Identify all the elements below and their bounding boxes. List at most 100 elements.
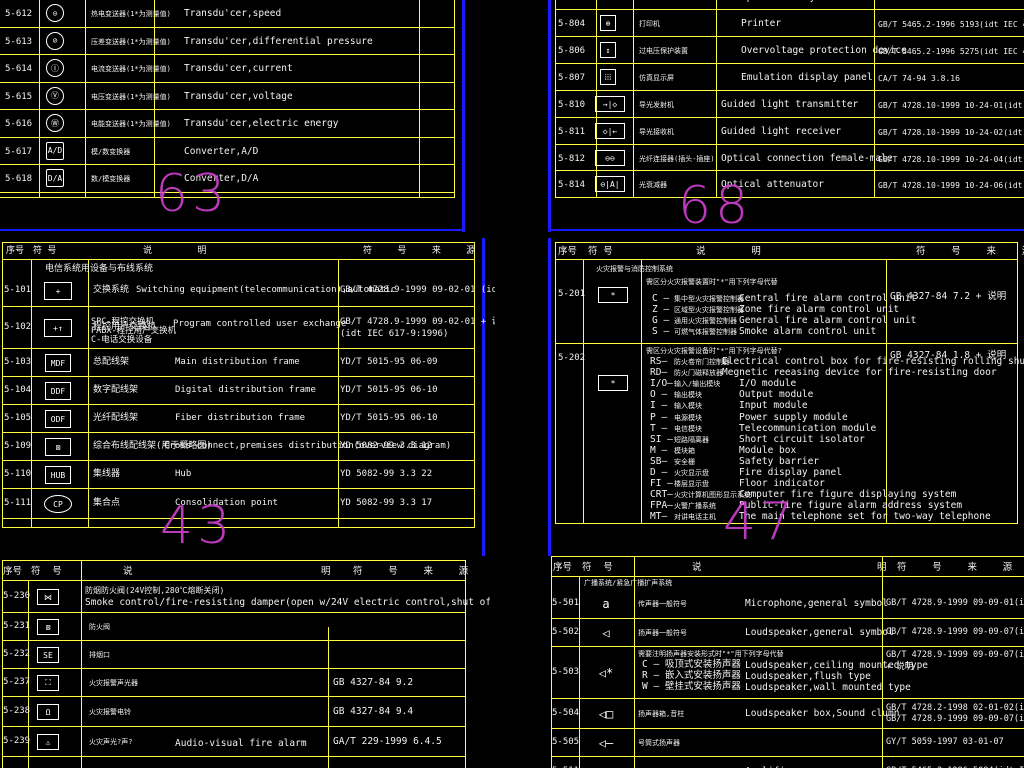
symbol-note: 光纤配线架 (93, 413, 139, 423)
item-note: 输入模块 (674, 402, 702, 411)
symbol-standard: YD/T 5015-95 06-09 (340, 357, 438, 367)
item-note: 防火门磁释放器 (674, 369, 723, 378)
symbol-subitem: C-电话交换设备 (91, 335, 153, 345)
symbol-note: 导光接收机 (639, 128, 674, 136)
symbol-code: 5-811 (558, 127, 586, 137)
symbol-code: 5-504 (552, 708, 580, 718)
symbol-description: Loudspeaker,general symbol (745, 627, 894, 638)
table-row: 5-810 →|◇ 导光发射机 Guided light transmitter GB/… (556, 91, 1024, 118)
symbol-code: 5-615 (5, 91, 33, 102)
symbol-code: 5-814 (558, 180, 586, 190)
symbol-description: Operation keyboard (741, 0, 844, 3)
symbol-standard: GB/T 4728.10-1999 10-24-06(idt IEC 60617… (878, 181, 1024, 190)
item-key: O — (650, 389, 668, 401)
symbol-note: 仿真显示屏 (639, 74, 674, 82)
symbol-code: 5-102 (4, 322, 32, 332)
symbol-icon: →|◇ (595, 96, 625, 112)
symbol-code: 5-239 (3, 736, 31, 746)
sheet-68: Operation keyboard十键 5-804 ⊕ 打印机 Printer GB/T… (548, 0, 1024, 235)
item-note: 输入/输出模块 (674, 380, 721, 389)
symbol-description: Optical connection female-male (721, 153, 893, 164)
symbol-subitem: W — 壁挂式安装扬声器 (642, 681, 741, 692)
symbol-icon: ↕ (600, 42, 616, 58)
table-row: 5-237 ⛶ 火灾报警声光器 GB 4327-84 9.2 (3, 669, 465, 697)
sheet-43-number: 43 (160, 496, 235, 556)
symbol-standard: GB/T 5465.2-1996 5193(idt IEC 417-1994) (878, 20, 1024, 29)
symbol-subitem: R — 嵌入式安装扬声器 (642, 670, 741, 681)
table-row: 5-230 ⋈ 防烟防火阀(24V控制,280℃熔断关闭) Smoke control… (3, 581, 490, 613)
symbol-standard: + 说明 (886, 662, 914, 672)
symbol-note: 电压变送器(1*为测量值) (91, 92, 171, 101)
symbol-code: 5-617 (5, 146, 33, 157)
item-key: M — (650, 444, 668, 456)
item-description: Short circuit isolator (739, 433, 865, 445)
table-row: 5-102 +↑ 程控用户交换机 Program controlled user ex… (3, 307, 495, 349)
sheet-47-number: 47 (723, 492, 798, 552)
symbol-code: 5-502 (552, 627, 580, 637)
symbol-standard: CA/T 74-94 3.8.16 (878, 74, 960, 83)
symbol-note: 热电变送器(1*为测量值) (91, 10, 171, 18)
symbol-icon: ◁* (598, 666, 614, 680)
symbol-description: Program controlled user exchange (173, 319, 347, 329)
symbol-icon: Ⓦ (46, 114, 64, 132)
table-row: 5-504 ◁□ 扬声器箱,音柱 Loudspeaker box,Sound clum… (552, 699, 1024, 729)
symbol-icon: ⊠ (37, 619, 59, 635)
table-row: 5-505 ◁— 号筒式扬声器 GY/T 5059-1997 03-01-07 (552, 729, 1024, 757)
symbol-note: 过电压保护装置 (639, 47, 688, 55)
symbol-note: 模/数变换器 (91, 147, 131, 156)
symbol-icon: ⊖⊖ (595, 150, 625, 166)
symbol-icon: SE (37, 647, 59, 663)
item-description: Zone fire alarm control unit (739, 304, 900, 315)
symbol-icon: D/A (46, 169, 64, 187)
item-note: 区域型火灾报警控制器 (674, 306, 744, 314)
symbol-note: 防火阀 (89, 623, 110, 631)
table-row: 5-804 ⊕ 打印机 Printer GB/T 5465.2-1996 5193(id… (556, 10, 1024, 37)
item-description: Input module (739, 400, 808, 412)
symbol-icon: ⊕ (600, 15, 616, 31)
table-row: 5-103 MDF 总配线架 Main distribution frame YD/T … (3, 349, 474, 377)
item-key: FI — (650, 478, 673, 490)
symbol-standard: GB/T 5465.2-1996 5275(idt IEC 417-1994) (878, 47, 1024, 56)
symbol-description: Hub (175, 469, 192, 479)
table-row: 5-814 ⊖|A| 光衰减器 Optical attenuator GB/T 4728… (556, 171, 1024, 198)
symbol-standard: GB/T 4728.10-1999 10-24-01(idt IEC 60617… (878, 101, 1024, 110)
symbol-description: Microphone,general symbol (745, 598, 888, 609)
item-note: 集中型火灾报警控制器 (674, 295, 744, 303)
symbol-icon: Ⓘ (46, 59, 64, 77)
symbol-description: Guided light transmitter (721, 99, 859, 110)
symbol-code: 5-501 (552, 598, 580, 608)
table-row: Operation keyboard十键 (556, 0, 1024, 10)
symbol-icon: ▷ (594, 764, 618, 768)
symbol-note: 集合点 (93, 498, 121, 508)
symbol-description: Smoke control/fire-resisting damper(open… (85, 597, 490, 608)
item-note: 火警广播系统 (674, 502, 716, 511)
symbol-note: 防烟防火阀(24V控制,280℃熔断关闭) (85, 586, 225, 595)
symbol-standard: YD 5082-99 3.3 17 (340, 498, 433, 508)
table-row: 5-811 ◇|← 导光接收机 Guided light receiver GB/T 4… (556, 118, 1024, 145)
symbol-description: Printer (741, 18, 782, 29)
symbol-icon: + (44, 282, 72, 300)
symbol-standard: GA/T 229-1999 6.4.5 (333, 736, 442, 747)
symbol-standard: GB/T 4728.10-1999 10-24-02(idt IEC 60617… (878, 128, 1024, 137)
symbol-code: 5-111 (4, 498, 32, 508)
item-description: I/O module (739, 378, 797, 390)
symbol-icon: A/D (46, 141, 64, 160)
symbol-standard: YD/T 5015-95 06-10 (340, 413, 438, 423)
symbol-icon: ⁞⁞⁞ (600, 69, 616, 85)
table-row: 5-232 SE 排烟口 (3, 641, 465, 669)
item-key: FPA— (650, 500, 673, 512)
symbol-note: 打印机 (639, 20, 660, 28)
symbol-note: 光衰减器 (639, 181, 667, 189)
item-note: 短路隔离器 (674, 435, 709, 444)
item-key: C — (652, 293, 670, 304)
table-row: 5-105 ODF 光纤配线架 Fiber distribution frame YD/… (3, 405, 474, 433)
symbol-note: 排烟口 (89, 651, 110, 659)
table-row: 5-612 ⊙ 热电变送器(1*为测量值) Transdu'cer,speed (0, 0, 454, 28)
symbol-description: Transdu'cer,differential pressure (184, 35, 373, 47)
symbol-note: 总配线架 (93, 357, 130, 367)
item-key: RS— (650, 356, 668, 367)
symbol-code: 5-231 (3, 621, 31, 631)
symbol-description: Fiber distribution frame (175, 413, 306, 423)
table-row: 5-238 Ω 火灾报警电铃 GB 4327-84 9.4 (3, 697, 465, 727)
item-description: Fire display panel (739, 467, 842, 478)
